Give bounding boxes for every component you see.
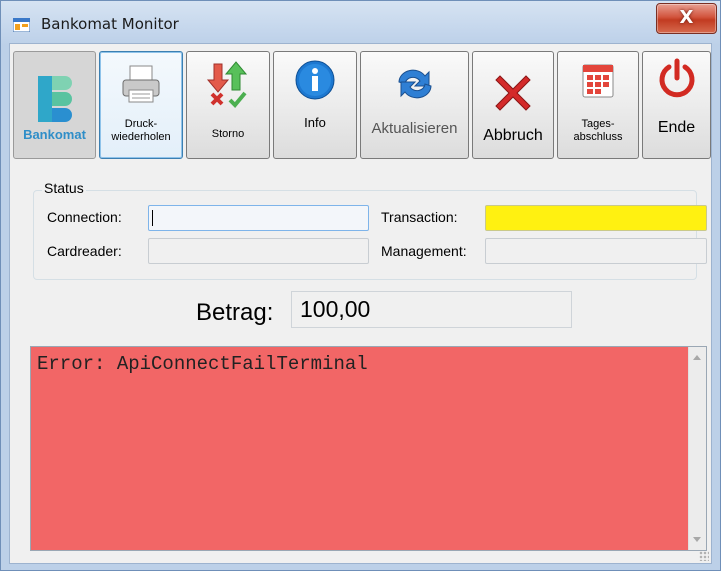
- window-title: Bankomat Monitor: [41, 15, 179, 33]
- amount-label: Betrag:: [196, 299, 274, 326]
- info-label: Info: [304, 115, 326, 130]
- connection-label: Connection:: [47, 209, 122, 225]
- reprint-label-2: wiederholen: [111, 130, 171, 143]
- power-icon: [659, 58, 694, 98]
- error-message: Error: ApiConnectFailTerminal: [37, 353, 368, 375]
- title-bar[interactable]: Bankomat Monitor X: [1, 1, 720, 43]
- close-window-button[interactable]: X: [656, 3, 717, 34]
- amount-value: 100,00: [300, 296, 371, 322]
- text-caret: [152, 210, 153, 226]
- reprint-label-1: Druck-: [124, 118, 158, 130]
- app-window: Bankomat Monitor X Bankomat Druck- wiede…: [0, 0, 721, 571]
- info-icon: [295, 60, 335, 100]
- scroll-down-icon[interactable]: [693, 537, 701, 542]
- scroll-up-icon[interactable]: [693, 355, 701, 360]
- toolbar: Bankomat Druck- wiederholen Storno Info …: [13, 51, 713, 161]
- refresh-label: Aktualisieren: [371, 120, 458, 137]
- management-label: Management:: [381, 243, 467, 259]
- info-button[interactable]: Info: [273, 51, 357, 159]
- app-icon: [13, 18, 30, 32]
- printer-icon: [122, 65, 160, 103]
- resize-grip-icon[interactable]: [699, 551, 709, 561]
- transaction-label: Transaction:: [381, 209, 458, 225]
- cancel-button[interactable]: Abbruch: [472, 51, 554, 159]
- close-icon: X: [679, 7, 694, 28]
- cardreader-label: Cardreader:: [47, 243, 122, 259]
- transaction-field[interactable]: [485, 205, 707, 231]
- day-close-label-2: abschluss: [573, 130, 623, 143]
- cancel-x-icon: [495, 75, 531, 111]
- connection-field[interactable]: [148, 205, 369, 231]
- exit-label: Ende: [657, 119, 696, 136]
- day-close-button[interactable]: Tages- abschluss: [557, 51, 639, 159]
- exit-button[interactable]: Ende: [642, 51, 711, 159]
- cardreader-field[interactable]: [148, 238, 369, 264]
- amount-field[interactable]: 100,00: [291, 291, 572, 328]
- bankomat-logo: [37, 76, 72, 122]
- status-group-title: Status: [42, 180, 86, 196]
- log-scrollbar[interactable]: [688, 347, 706, 550]
- storno-label: Storno: [211, 128, 245, 140]
- refresh-icon: [397, 69, 432, 99]
- client-area: Bankomat Druck- wiederholen Storno Info …: [9, 43, 712, 564]
- bankomat-logo-button[interactable]: Bankomat: [13, 51, 96, 159]
- storno-button[interactable]: Storno: [186, 51, 270, 159]
- cancel-label: Abbruch: [483, 127, 543, 144]
- refresh-button[interactable]: Aktualisieren: [360, 51, 469, 159]
- bankomat-logo-text: Bankomat: [23, 127, 86, 142]
- management-field[interactable]: [485, 238, 707, 264]
- reprint-button[interactable]: Druck- wiederholen: [99, 51, 183, 159]
- status-group: [33, 190, 697, 280]
- day-close-label-1: Tages-: [581, 118, 615, 130]
- calendar-icon: [582, 64, 614, 98]
- message-log[interactable]: Error: ApiConnectFailTerminal: [30, 346, 707, 551]
- storno-arrows-icon: [206, 61, 248, 108]
